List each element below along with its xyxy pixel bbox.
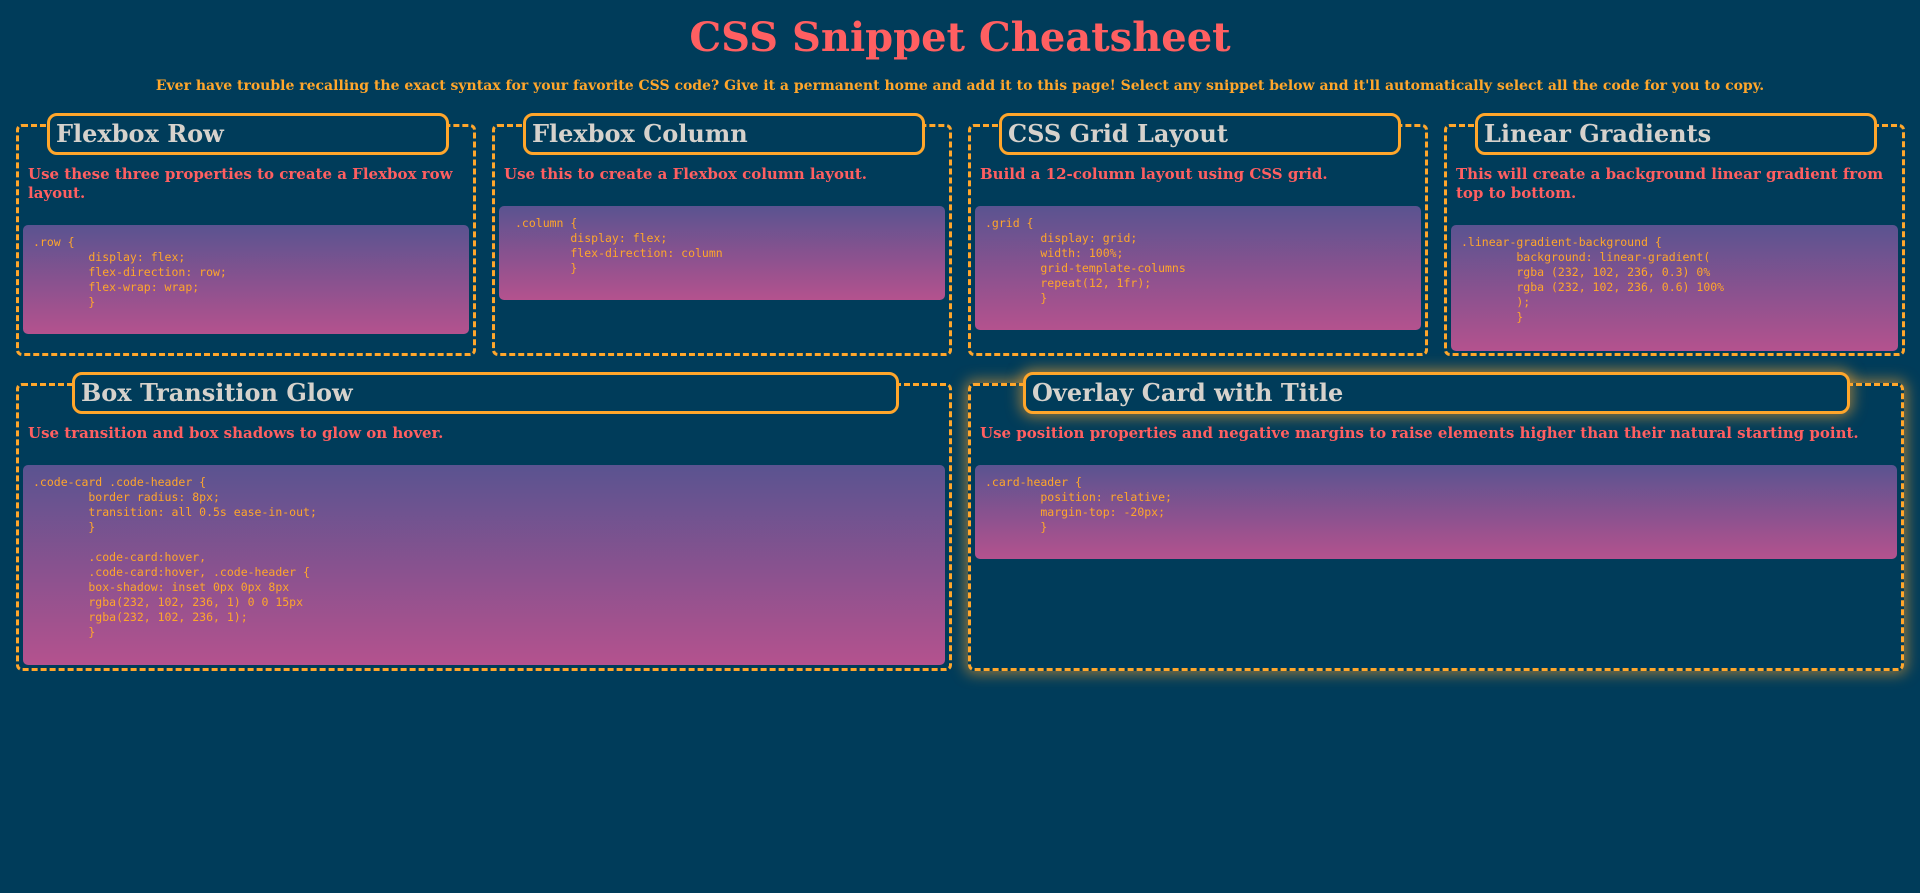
card-box-transition-glow[interactable]: Box Transition Glow Use transition and b… — [16, 372, 952, 671]
card-description-css-grid-layout: Build a 12-column layout using CSS grid. — [980, 165, 1328, 183]
card-header-css-grid-layout: CSS Grid Layout — [999, 113, 1401, 155]
card-header-linear-gradients: Linear Gradients — [1475, 113, 1877, 155]
code-snippet-css-grid-layout[interactable]: .grid { display: grid; width: 100%; grid… — [975, 206, 1421, 330]
page-title: CSS Snippet Cheatsheet — [689, 14, 1231, 61]
card-description-flexbox-row: Use these three properties to create a F… — [28, 165, 453, 202]
card-linear-gradients[interactable]: Linear Gradients This will create a back… — [1444, 113, 1905, 356]
page-subtitle: Ever have trouble recalling the exact sy… — [155, 78, 1765, 94]
card-description-flexbox-column: Use this to create a Flexbox column layo… — [504, 165, 868, 183]
card-header-box-transition-glow: Box Transition Glow — [72, 372, 899, 414]
card-overlay-card-with-title[interactable]: Overlay Card with Title Use position pro… — [968, 372, 1904, 671]
code-snippet-box-transition-glow[interactable]: .code-card .code-header { border radius:… — [23, 465, 945, 665]
card-css-grid-layout[interactable]: CSS Grid Layout Build a 12-column layout… — [968, 113, 1428, 356]
card-flexbox-column[interactable]: Flexbox Column Use this to create a Flex… — [492, 113, 952, 356]
card-header-flexbox-row: Flexbox Row — [47, 113, 449, 155]
card-description-linear-gradients: This will create a background linear gra… — [1456, 165, 1884, 202]
card-description-box-transition-glow: Use transition and box shadows to glow o… — [28, 424, 444, 442]
code-snippet-linear-gradients[interactable]: .linear-gradient-background { background… — [1451, 225, 1898, 351]
card-description-overlay-card-with-title: Use position properties and negative mar… — [980, 424, 1859, 442]
card-header-overlay-card-with-title: Overlay Card with Title — [1023, 372, 1850, 414]
code-snippet-flexbox-row[interactable]: .row { display: flex; flex-direction: ro… — [23, 225, 469, 334]
card-header-flexbox-column: Flexbox Column — [523, 113, 925, 155]
code-snippet-overlay-card-with-title[interactable]: .card-header { position: relative; margi… — [975, 465, 1897, 559]
code-snippet-flexbox-column[interactable]: .column { display: flex; flex-direction:… — [499, 206, 945, 300]
card-flexbox-row[interactable]: Flexbox Row Use these three properties t… — [16, 113, 476, 356]
